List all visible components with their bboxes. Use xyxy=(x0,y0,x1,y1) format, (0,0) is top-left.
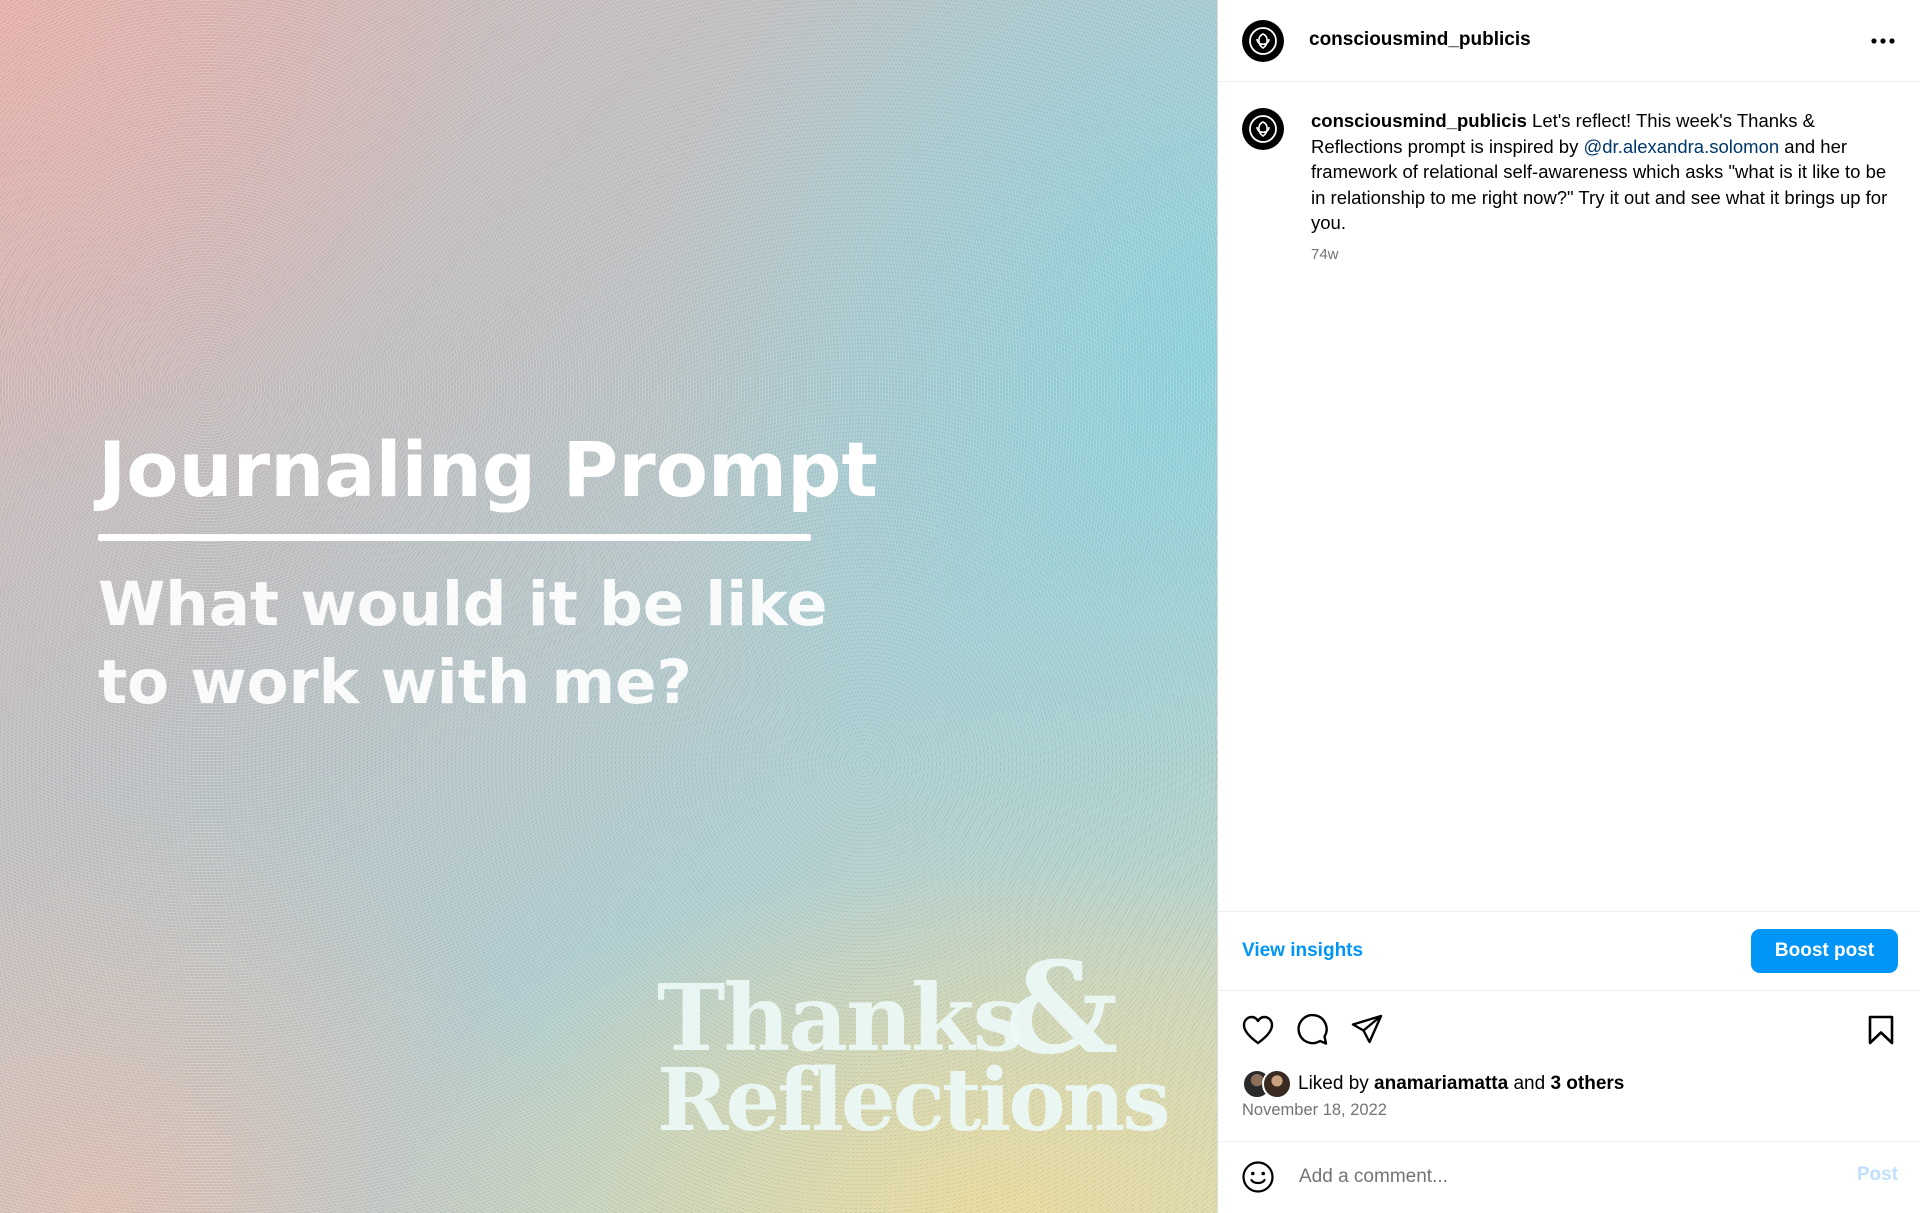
caption-username[interactable]: consciousmind_publicis xyxy=(1311,110,1527,131)
emoji-smiley-icon xyxy=(1242,1161,1274,1193)
like-button[interactable] xyxy=(1240,1012,1276,1048)
brand-reflections-text: Reflections xyxy=(657,1050,1171,1151)
brand-logo-icon xyxy=(1249,115,1277,143)
liker-avatar[interactable] xyxy=(1262,1069,1292,1099)
comment-input[interactable] xyxy=(1297,1156,1821,1198)
insights-bar: View insights Boost post xyxy=(1218,911,1920,991)
share-button[interactable] xyxy=(1349,1012,1385,1048)
likes-others-link[interactable]: 3 others xyxy=(1550,1073,1624,1094)
view-insights-link[interactable]: View insights xyxy=(1242,940,1363,962)
caption-avatar[interactable] xyxy=(1242,108,1284,150)
emoji-button[interactable] xyxy=(1240,1159,1276,1195)
post-image[interactable]: Journaling Prompt What would it be like … xyxy=(0,0,1217,1213)
likes-prefix: Liked by xyxy=(1298,1073,1375,1094)
post-comment-button[interactable]: Post xyxy=(1857,1164,1898,1186)
profile-avatar[interactable] xyxy=(1242,20,1284,62)
likes-middle: and xyxy=(1508,1073,1551,1094)
more-options-button[interactable] xyxy=(1868,26,1898,56)
caption-timestamp[interactable]: 74w xyxy=(1311,246,1339,263)
caption-mention-link[interactable]: @dr.alexandra.solomon xyxy=(1583,136,1779,157)
likes-summary: Liked by anamariamatta and 3 others xyxy=(1242,1069,1624,1099)
prompt-question: What would it be like to work with me? xyxy=(98,569,828,718)
prompt-title: Journaling Prompt xyxy=(98,425,878,514)
boost-post-button[interactable]: Boost post xyxy=(1751,929,1898,973)
brand-logo-icon xyxy=(1249,27,1277,55)
save-button[interactable] xyxy=(1863,1012,1899,1048)
likes-text: Liked by anamariamatta and 3 others xyxy=(1298,1073,1624,1095)
post-date[interactable]: November 18, 2022 xyxy=(1242,1101,1387,1120)
liker-username[interactable]: anamariamatta xyxy=(1374,1073,1508,1094)
heart-icon xyxy=(1242,1015,1274,1045)
comment-icon xyxy=(1297,1014,1328,1045)
more-horizontal-icon xyxy=(1871,38,1895,44)
post-sidebar: consciousmind_publicis consciousmind_pub… xyxy=(1217,0,1920,1213)
post-caption: consciousmind_publicis Let's reflect! Th… xyxy=(1311,108,1891,236)
bookmark-icon xyxy=(1868,1015,1894,1045)
title-underline xyxy=(98,534,811,541)
post-header: consciousmind_publicis xyxy=(1218,0,1920,82)
send-icon xyxy=(1351,1014,1383,1044)
comment-bar: Post xyxy=(1218,1141,1920,1213)
header-username[interactable]: consciousmind_publicis xyxy=(1309,29,1531,51)
comment-button[interactable] xyxy=(1294,1012,1330,1048)
